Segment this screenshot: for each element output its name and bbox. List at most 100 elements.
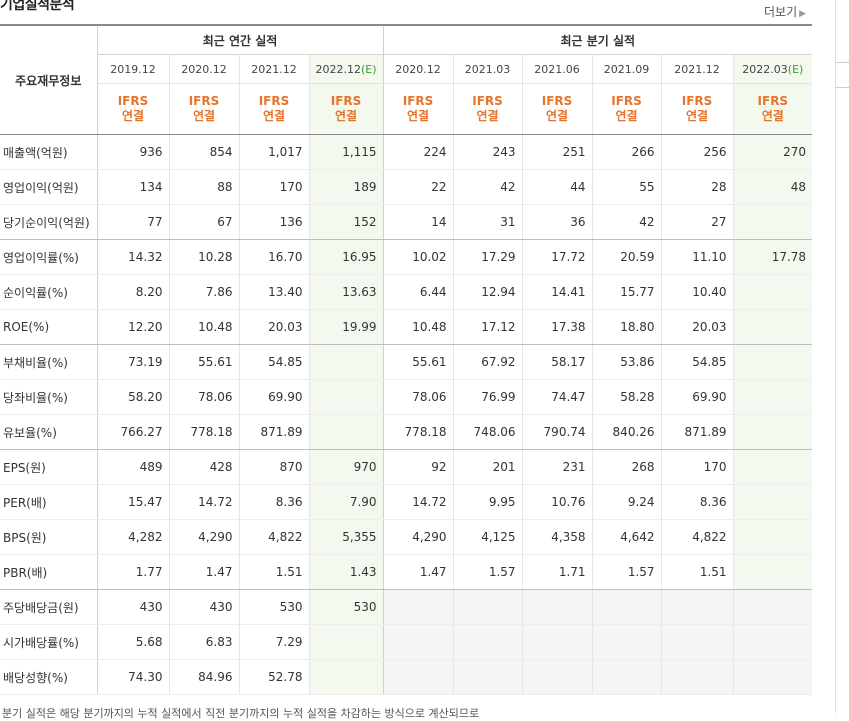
table-cell	[521, 589, 593, 625]
row-label: 당기순이익(억원)	[0, 204, 97, 240]
table-cell: 52.78	[238, 659, 309, 695]
table-cell: 58.20	[96, 379, 169, 415]
table-cell	[591, 624, 662, 660]
table-cell	[732, 379, 813, 415]
footnote: 분기 실적은 해당 분기까지의 누적 실적에서 직전 분기까지의 누적 실적을 …	[2, 707, 480, 720]
table-row: 영업이익률(%) 14.32 10.28 16.70 16.95 10.02 17.29 17…	[0, 239, 813, 275]
table-cell: 18.80	[591, 309, 662, 345]
more-link[interactable]: 더보기 ▶	[764, 3, 806, 20]
table-cell: 13.63	[308, 274, 384, 310]
row-label: PBR(배)	[0, 554, 97, 590]
table-cell: 55	[591, 169, 662, 205]
table-cell: 9.95	[452, 484, 523, 520]
row-label: ROE(%)	[0, 309, 97, 345]
row-label: 당좌비율(%)	[0, 379, 97, 415]
table-cell	[732, 414, 813, 450]
table-cell: 8.20	[96, 274, 169, 310]
table-cell: 201	[452, 449, 523, 485]
table-cell	[732, 274, 813, 310]
table-cell: 10.28	[168, 239, 239, 275]
table-cell	[591, 659, 662, 695]
table-row: 유보율(%) 766.27 778.18 871.89 778.18 748.06 790.…	[0, 414, 813, 450]
period-header: 2021.09	[591, 54, 662, 84]
table-cell	[308, 344, 384, 380]
table-cell: 430	[168, 589, 239, 625]
table-cell: 54.85	[238, 344, 309, 380]
table-cell: 268	[591, 449, 662, 485]
table-cell: 27	[660, 204, 734, 240]
row-label: 부채비율(%)	[0, 344, 97, 380]
table-cell: 231	[521, 449, 593, 485]
basis-standard: IFRS	[757, 94, 789, 108]
basis-consolidated: 연결	[686, 109, 709, 123]
basis-consolidated: 연결	[615, 109, 638, 123]
table-cell: 22	[382, 169, 454, 205]
table-cell: 170	[660, 449, 734, 485]
table-cell: 266	[591, 134, 662, 170]
table-cell: 9.24	[591, 484, 662, 520]
table-cell: 58.28	[591, 379, 662, 415]
basis-header: IFRS 연결	[382, 83, 454, 135]
row-label: BPS(원)	[0, 519, 97, 555]
table-cell: 871.89	[238, 414, 309, 450]
table-cell: 17.29	[452, 239, 523, 275]
period-label: 2019.12	[110, 62, 156, 76]
table-cell: 76.99	[452, 379, 523, 415]
table-cell	[732, 554, 813, 590]
table-cell	[660, 624, 734, 660]
period-label: 2021.09	[603, 62, 650, 76]
basis-consolidated: 연결	[476, 109, 499, 123]
table-cell: 778.18	[382, 414, 454, 450]
table-cell: 55.61	[382, 344, 454, 380]
more-label: 더보기	[764, 5, 798, 19]
period-header: 2021.06	[521, 54, 593, 84]
period-label: 2022.03	[742, 62, 788, 76]
basis-consolidated: 연결	[761, 109, 784, 123]
quarter-header: 최근 분기 실적	[382, 24, 813, 55]
table-cell: 4,290	[382, 519, 454, 555]
table-row: 당좌비율(%) 58.20 78.06 69.90 78.06 76.99 74.47 58.…	[0, 379, 813, 415]
row-label: 순이익률(%)	[0, 274, 97, 310]
table-cell	[732, 659, 813, 695]
table-cell: 20.59	[591, 239, 662, 275]
table-cell: 14.72	[168, 484, 239, 520]
table-row: PBR(배) 1.77 1.47 1.51 1.43 1.47 1.57 1.71 1.57 1.…	[0, 554, 813, 590]
table-cell: 790.74	[521, 414, 593, 450]
table-cell: 1.71	[521, 554, 593, 590]
table-cell: 69.90	[238, 379, 309, 415]
row-label: 영업이익률(%)	[0, 239, 97, 275]
table-row: 매출액(억원) 936 854 1,017 1,115 224 243 251 266 256 27…	[0, 134, 813, 170]
table-cell: 8.36	[660, 484, 734, 520]
row-label: EPS(원)	[0, 449, 97, 485]
table-row: EPS(원) 489 428 870 970 92 201 231 268 170	[0, 449, 813, 485]
table-cell: 53.86	[591, 344, 662, 380]
table-cell: 134	[96, 169, 169, 205]
table-cell: 1.47	[382, 554, 454, 590]
basis-standard: IFRS	[541, 94, 573, 108]
table-cell: 1.51	[238, 554, 309, 590]
table-cell	[732, 589, 813, 625]
table-cell: 42	[452, 169, 523, 205]
row-label: 시가배당률(%)	[0, 624, 97, 660]
estimate-mark: (E)	[787, 62, 804, 76]
table-cell: 42	[591, 204, 662, 240]
basis-consolidated: 연결	[546, 109, 569, 123]
table-cell	[521, 624, 593, 660]
basis-header: IFRS 연결	[521, 83, 593, 135]
table-cell	[732, 519, 813, 555]
table-cell: 10.02	[382, 239, 454, 275]
table-cell	[308, 379, 384, 415]
table-cell: 10.40	[660, 274, 734, 310]
table-row: 주당배당금(원) 430 430 530 530	[0, 589, 813, 625]
table-cell: 270	[732, 134, 813, 170]
basis-header: IFRS 연결	[168, 83, 239, 135]
table-cell: 7.86	[168, 274, 239, 310]
table-cell: 14.41	[521, 274, 593, 310]
table-cell: 8.36	[238, 484, 309, 520]
table-cell: 44	[521, 169, 593, 205]
table-cell: 67	[168, 204, 239, 240]
period-label: 2020.12	[181, 62, 227, 76]
table-cell: 54.85	[660, 344, 734, 380]
period-label: 2021.12	[674, 62, 720, 76]
table-cell: 5,355	[308, 519, 384, 555]
